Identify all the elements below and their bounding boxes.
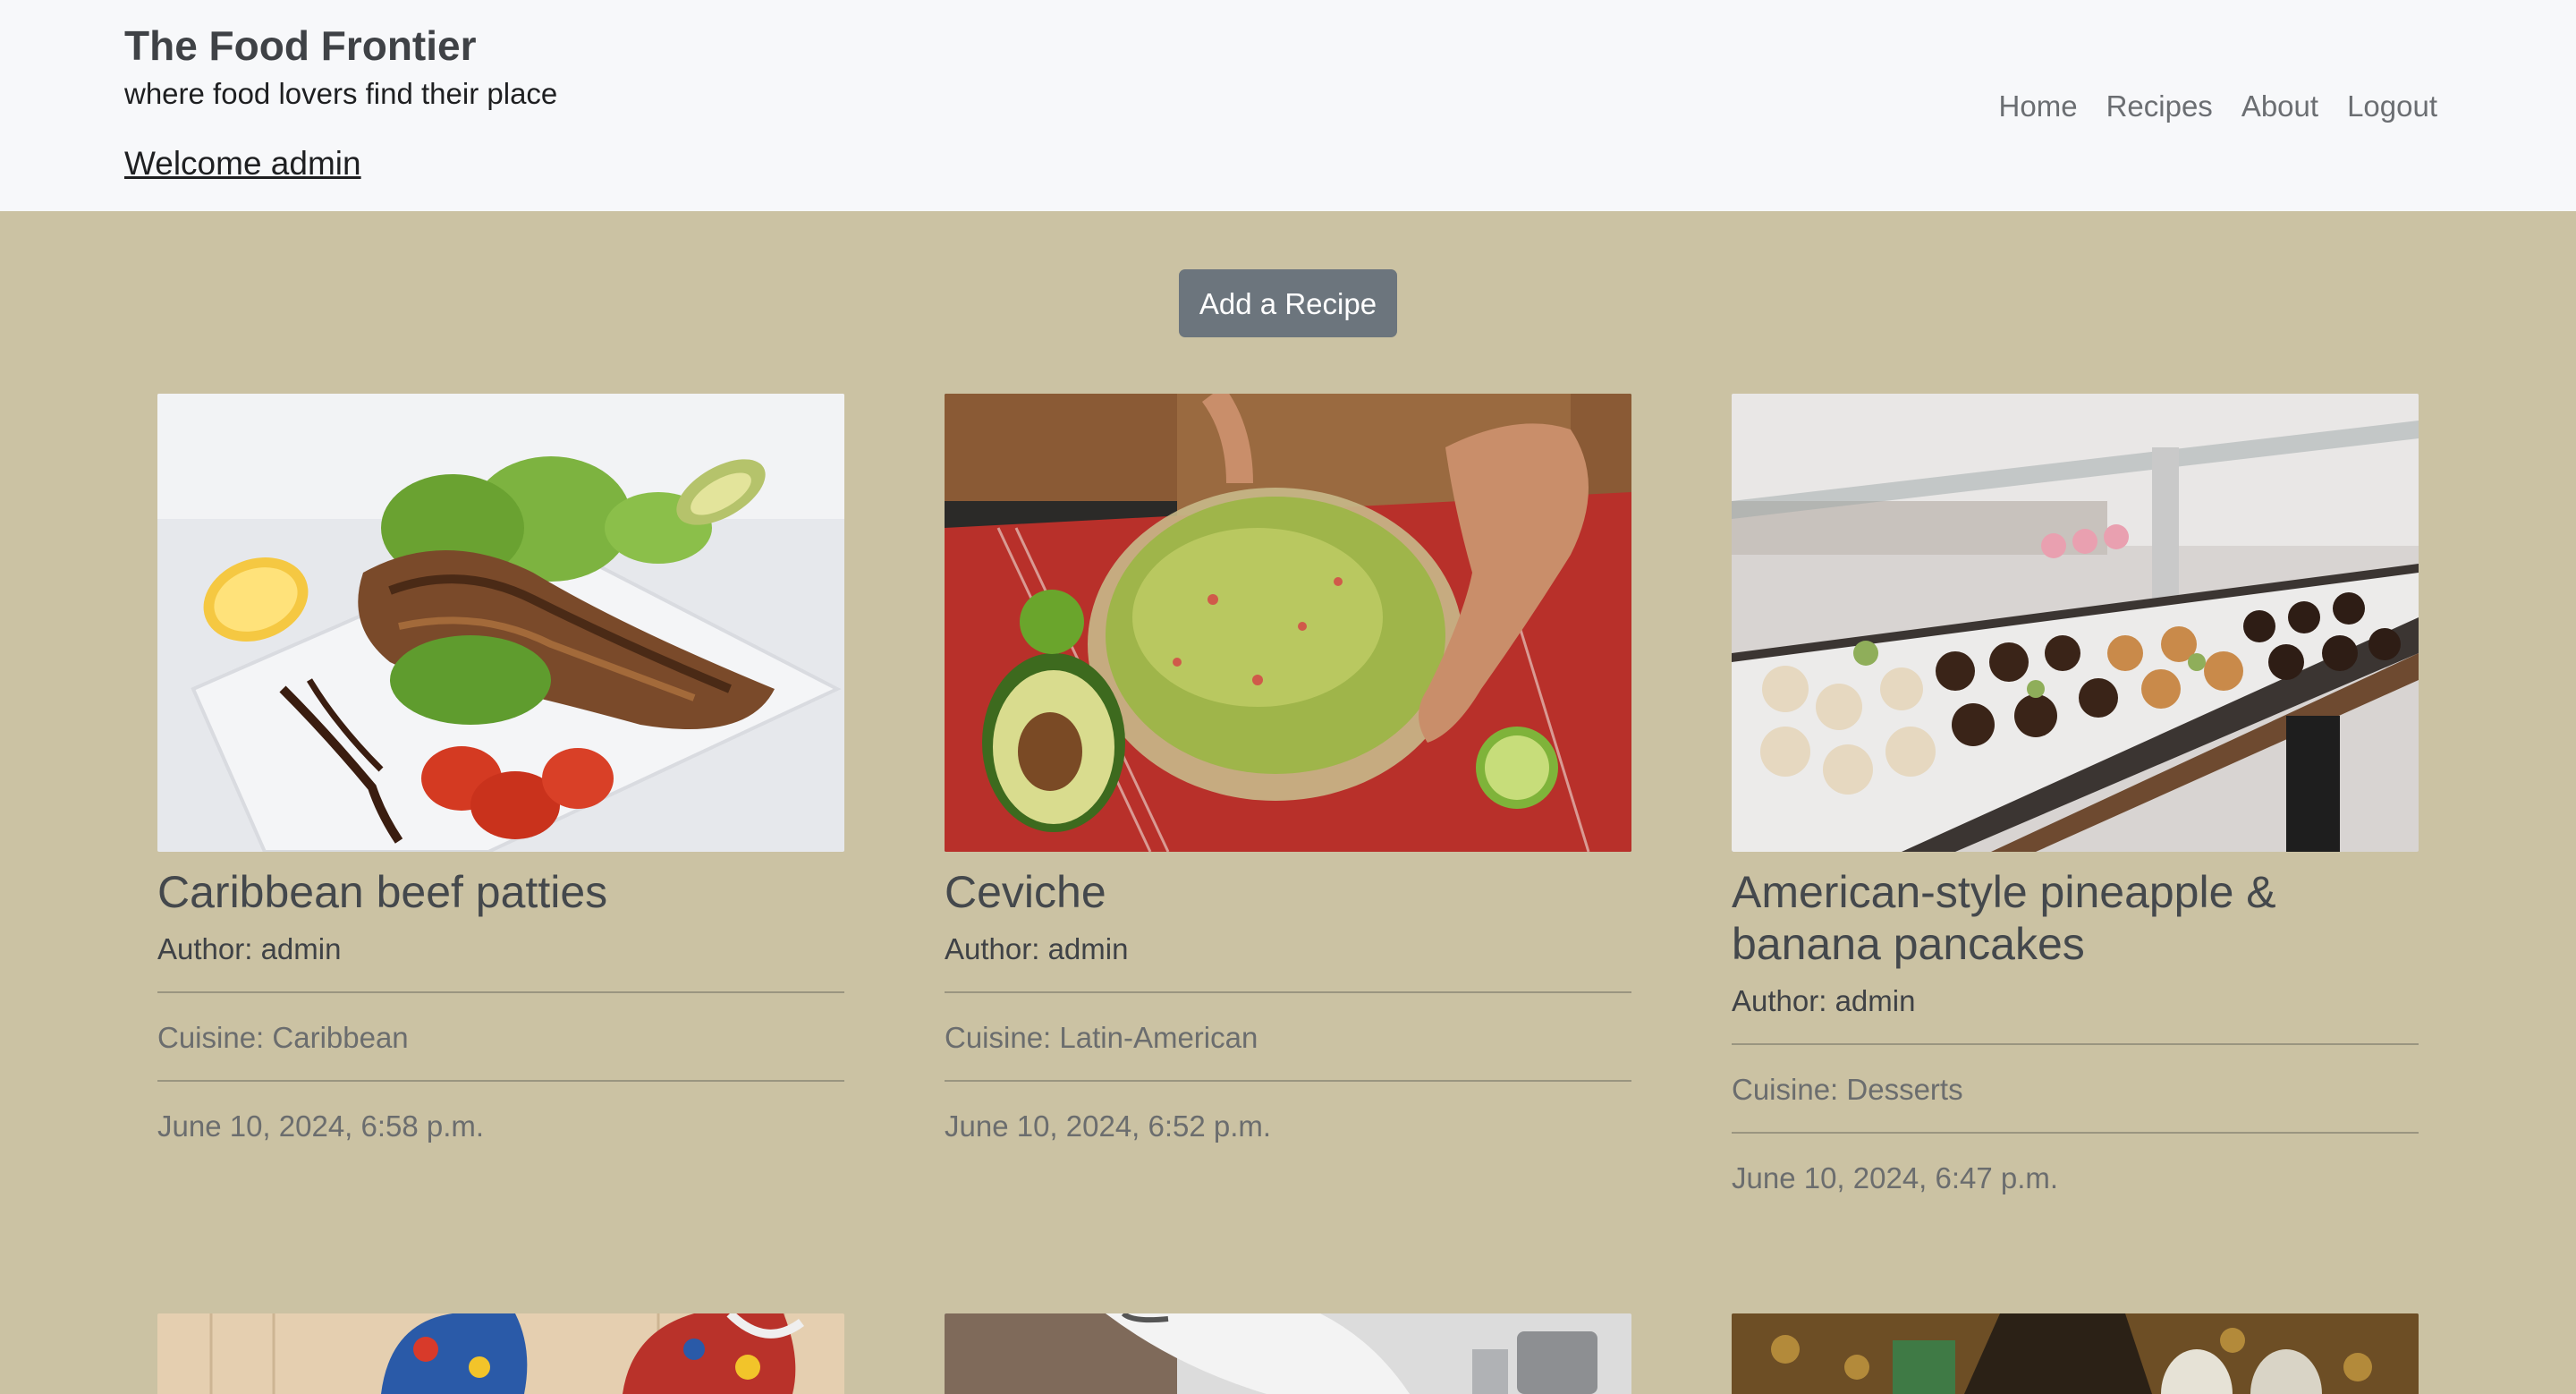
nav-about[interactable]: About	[2241, 84, 2318, 129]
recipe-title[interactable]: Caribbean beef patties	[157, 866, 844, 918]
divider	[1732, 1043, 2419, 1045]
divider	[945, 991, 1631, 993]
site-title[interactable]: The Food Frontier	[124, 18, 557, 73]
recipe-image[interactable]	[945, 1313, 1631, 1394]
recipe-image[interactable]	[1732, 1313, 2419, 1394]
recipe-cuisine: Cuisine: Desserts	[1732, 1073, 1963, 1106]
site-header: The Food Frontier where food lovers find…	[0, 0, 2576, 211]
divider	[157, 991, 844, 993]
recipe-cuisine: Cuisine: Latin-American	[945, 1021, 1258, 1054]
recipe-author: Author: admin	[157, 932, 342, 965]
site-tagline: where food lovers find their place	[124, 77, 558, 110]
nav-logout[interactable]: Logout	[2347, 84, 2437, 129]
nav-recipes[interactable]: Recipes	[2106, 84, 2213, 129]
welcome-link[interactable]: Welcome admin	[124, 141, 361, 186]
main-nav: Home Recipes About Logout	[1999, 84, 2437, 129]
recipe-title[interactable]: American-style pineapple & banana pancak…	[1732, 866, 2419, 970]
add-recipe-button[interactable]: Add a Recipe	[1179, 269, 1397, 337]
recipe-card[interactable]: Ceviche Author: admin Cuisine: Latin-Ame…	[945, 394, 1631, 1147]
recipe-image[interactable]	[157, 1313, 844, 1394]
recipe-author: Author: admin	[1732, 984, 1916, 1017]
nav-home[interactable]: Home	[1999, 84, 2078, 129]
recipe-image[interactable]	[945, 394, 1631, 852]
recipe-image[interactable]	[1732, 394, 2419, 852]
recipe-author: Author: admin	[945, 932, 1129, 965]
divider	[157, 1080, 844, 1082]
recipe-date: June 10, 2024, 6:52 p.m.	[945, 1109, 1272, 1143]
recipe-date: June 10, 2024, 6:47 p.m.	[1732, 1161, 2059, 1194]
recipe-title[interactable]: Ceviche	[945, 866, 1631, 918]
recipe-image[interactable]	[157, 394, 844, 852]
recipe-card[interactable]: American-style pineapple & banana pancak…	[1732, 394, 2419, 1199]
recipe-date: June 10, 2024, 6:58 p.m.	[157, 1109, 485, 1143]
recipe-card[interactable]: Caribbean beef patties Author: admin Cui…	[157, 394, 844, 1147]
divider	[945, 1080, 1631, 1082]
divider	[1732, 1132, 2419, 1134]
recipe-cuisine: Cuisine: Caribbean	[157, 1021, 409, 1054]
brand: The Food Frontier where food lovers find…	[124, 18, 557, 115]
